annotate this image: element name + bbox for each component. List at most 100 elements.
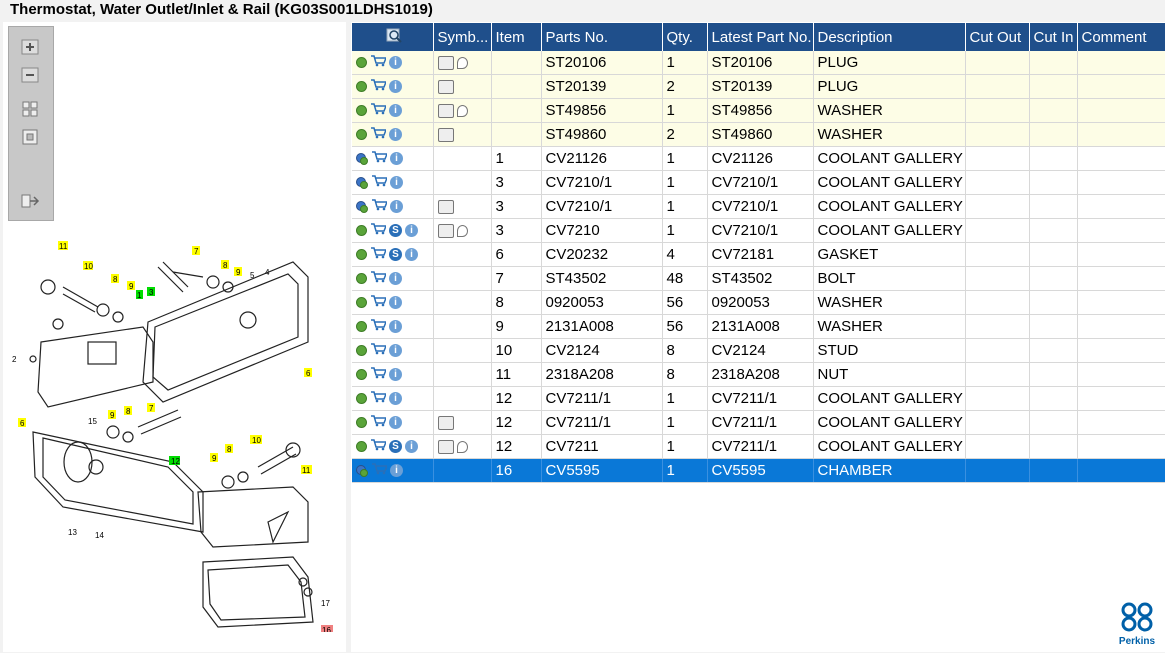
gear-icon[interactable] <box>356 105 367 117</box>
gear-icon[interactable] <box>356 273 367 285</box>
kit-gears-icon[interactable] <box>356 152 368 165</box>
catalog-view-icon[interactable] <box>437 416 454 431</box>
column-header-qty[interactable]: Qty. <box>662 23 708 51</box>
cart-icon[interactable] <box>370 294 388 311</box>
table-row[interactable]: i ST20139 2 ST20139 PLUG <box>352 74 1165 99</box>
catalog-view-icon[interactable] <box>437 128 454 143</box>
cart-icon[interactable] <box>370 318 388 335</box>
cart-icon[interactable] <box>370 270 388 287</box>
info-icon[interactable]: i <box>405 440 418 454</box>
info-icon[interactable]: i <box>405 248 418 262</box>
table-row[interactable]: i 9 2131A008 56 2131A008 WASHER <box>352 314 1165 339</box>
info-icon[interactable]: i <box>389 56 402 70</box>
column-header-cut-in[interactable]: Cut In <box>1029 23 1078 51</box>
info-icon[interactable]: i <box>389 80 402 94</box>
kit-gears-icon[interactable] <box>356 464 368 477</box>
cart-icon[interactable] <box>370 366 388 383</box>
catalog-view-icon[interactable] <box>437 200 454 215</box>
table-row[interactable]: i ST20106 1 ST20106 PLUG <box>352 51 1165 75</box>
gear-icon[interactable] <box>356 249 367 261</box>
gear-icon[interactable] <box>356 321 367 333</box>
column-header-symbol[interactable]: Symb... <box>433 23 492 51</box>
info-icon[interactable]: i <box>390 464 403 478</box>
info-icon[interactable]: i <box>390 176 403 190</box>
column-header-actions[interactable] <box>352 23 434 51</box>
catalog-view-icon[interactable] <box>437 56 454 71</box>
info-icon[interactable]: i <box>389 272 402 286</box>
column-header-description[interactable]: Description <box>813 23 966 51</box>
info-icon[interactable]: i <box>389 368 402 382</box>
catalog-view-icon[interactable] <box>437 104 454 119</box>
fit-page-icon[interactable] <box>19 99 41 119</box>
info-icon[interactable]: i <box>390 200 403 214</box>
kit-gears-icon[interactable] <box>356 176 368 189</box>
comment-bubble-icon[interactable] <box>456 57 468 70</box>
catalog-view-icon[interactable] <box>437 80 454 95</box>
info-icon[interactable]: i <box>405 224 418 238</box>
table-row[interactable]: i ST49860 2 ST49860 WASHER <box>352 122 1165 147</box>
info-icon[interactable]: i <box>389 344 402 358</box>
table-row[interactable]: i 12 CV7211/1 1 CV7211/1 COOLANT GALLERY KI <box>352 386 1165 411</box>
export-icon[interactable] <box>19 191 41 211</box>
info-icon[interactable]: i <box>389 416 402 430</box>
catalog-view-icon[interactable] <box>437 440 454 455</box>
cart-icon[interactable] <box>370 342 388 359</box>
cart-icon[interactable] <box>370 54 388 71</box>
table-row[interactable]: Si 3 CV7210 1 CV7210/1 COOLANT GALLERY <box>352 218 1165 243</box>
info-icon[interactable]: i <box>389 104 402 118</box>
gear-icon[interactable] <box>356 225 367 237</box>
info-icon[interactable]: i <box>390 152 403 166</box>
table-row[interactable]: i 3 CV7210/1 1 CV7210/1 COOLANT GALLERY KI <box>352 170 1165 195</box>
column-header-comment[interactable]: Comment <box>1077 23 1165 51</box>
table-row[interactable]: Si 6 CV20232 4 CV72181 GASKET <box>352 242 1165 267</box>
table-row[interactable]: i 3 CV7210/1 1 CV7210/1 COOLANT GALLERY KI <box>352 194 1165 219</box>
table-row[interactable]: i 7 ST43502 48 ST43502 BOLT <box>352 266 1165 291</box>
cart-icon[interactable] <box>370 414 388 431</box>
cart-icon[interactable] <box>371 462 389 479</box>
zoom-out-icon[interactable] <box>19 65 41 85</box>
cart-icon[interactable] <box>370 390 388 407</box>
info-icon[interactable]: i <box>389 320 402 334</box>
info-icon[interactable]: i <box>389 392 402 406</box>
service-icon[interactable]: S <box>389 440 402 454</box>
comment-bubble-icon[interactable] <box>456 225 468 238</box>
service-icon[interactable]: S <box>389 248 402 262</box>
info-icon[interactable]: i <box>389 128 402 142</box>
cart-icon[interactable] <box>370 102 388 119</box>
table-row[interactable]: i 12 CV7211/1 1 CV7211/1 COOLANT GALLERY KI <box>352 410 1165 435</box>
column-header-cut-out[interactable]: Cut Out <box>965 23 1030 51</box>
zoom-in-icon[interactable] <box>19 37 41 57</box>
comment-bubble-icon[interactable] <box>456 441 468 454</box>
table-row[interactable]: i 10 CV2124 8 CV2124 STUD <box>352 338 1165 363</box>
gear-icon[interactable] <box>356 441 367 453</box>
cart-icon[interactable] <box>370 246 388 263</box>
gear-icon[interactable] <box>356 417 367 429</box>
comment-bubble-icon[interactable] <box>456 105 468 118</box>
search-parts-icon[interactable] <box>385 27 403 43</box>
table-row[interactable]: i 8 0920053 56 0920053 WASHER <box>352 290 1165 315</box>
table-row[interactable]: i 11 2318A208 8 2318A208 NUT <box>352 362 1165 387</box>
gear-icon[interactable] <box>356 345 367 357</box>
catalog-view-icon[interactable] <box>437 224 454 239</box>
table-row[interactable]: i ST49856 1 ST49856 WASHER <box>352 98 1165 123</box>
gear-icon[interactable] <box>356 297 367 309</box>
cart-icon[interactable] <box>371 150 389 167</box>
gear-icon[interactable] <box>356 81 367 93</box>
column-header-part-no[interactable]: Parts No. <box>541 23 663 51</box>
table-row[interactable]: i 16 CV5595 1 CV5595 CHAMBER <box>352 458 1165 483</box>
actual-size-icon[interactable] <box>19 127 41 147</box>
kit-gears-icon[interactable] <box>356 200 368 213</box>
service-icon[interactable]: S <box>389 224 402 238</box>
column-header-item[interactable]: Item <box>491 23 542 51</box>
cart-icon[interactable] <box>370 222 388 239</box>
gear-icon[interactable] <box>356 393 367 405</box>
cart-icon[interactable] <box>370 126 388 143</box>
cart-icon[interactable] <box>371 174 389 191</box>
cart-icon[interactable] <box>370 78 388 95</box>
cart-icon[interactable] <box>370 438 388 455</box>
gear-icon[interactable] <box>356 57 367 69</box>
cart-icon[interactable] <box>371 198 389 215</box>
gear-icon[interactable] <box>356 129 367 141</box>
table-row[interactable]: Si 12 CV7211 1 CV7211/1 COOLANT GALLERY <box>352 434 1165 459</box>
info-icon[interactable]: i <box>389 296 402 310</box>
